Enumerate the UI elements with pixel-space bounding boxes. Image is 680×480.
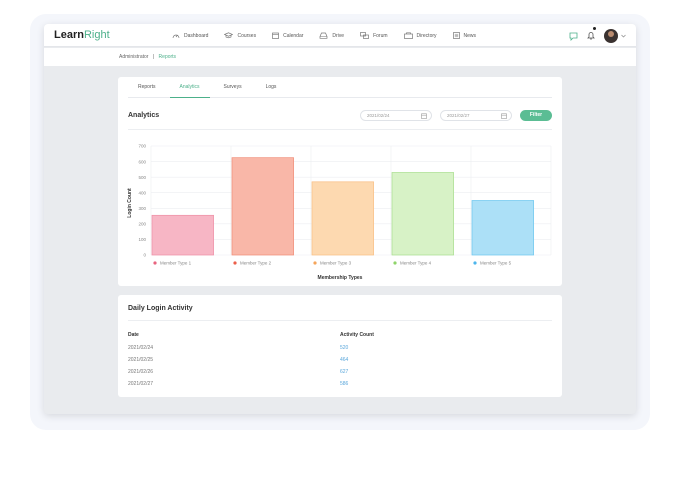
table-cell-date: 2021/02/26 — [128, 369, 154, 375]
legend-dot — [473, 261, 477, 265]
drive-icon — [320, 32, 328, 39]
y-tick-label: 0 — [143, 253, 146, 258]
legend-dot — [233, 261, 237, 265]
legend-dot — [393, 261, 397, 265]
table-cell-count[interactable]: 627 — [340, 369, 348, 375]
legend-label: Member Type 5 — [480, 261, 512, 266]
login-count-chart: 0100200300400500600700 Member Type 1 Memb… — [127, 144, 552, 281]
logo[interactable]: LearnRight — [54, 29, 110, 41]
bar — [231, 157, 294, 256]
nav-drive[interactable]: Drive — [319, 32, 344, 39]
avatar[interactable] — [604, 29, 618, 43]
nav-dashboard[interactable]: Dashboard — [172, 32, 208, 39]
notification-dot — [593, 27, 596, 30]
nav-directory[interactable]: Directory — [403, 32, 437, 39]
breadcrumb-root[interactable]: Administrator — [119, 54, 148, 60]
chart-legend: Member Type 1 Member Type 2 Member Type 3 M… — [153, 261, 512, 266]
chat-icon[interactable] — [569, 32, 578, 41]
legend-label: Member Type 1 — [160, 261, 192, 266]
graduation-cap-icon — [224, 32, 234, 39]
tab-surveys[interactable]: Surveys — [214, 77, 252, 98]
breadcrumb-current: Reports — [158, 54, 177, 60]
legend-dot — [313, 261, 317, 265]
notifications-button[interactable] — [587, 27, 596, 45]
legend-dot — [153, 261, 157, 265]
table-cell-date: 2021/02/25 — [128, 357, 154, 363]
forum-icon — [360, 32, 369, 39]
app-window: LearnRight Dashboard Courses Calendar Dr… — [44, 24, 636, 414]
top-right-icons — [560, 27, 626, 45]
table-cell-date: 2021/02/24 — [128, 345, 154, 351]
analytics-card: Reports Analytics Surveys Logs Analytics… — [118, 77, 562, 286]
table-cell-count[interactable]: 464 — [340, 357, 348, 363]
y-tick-label: 700 — [138, 144, 146, 149]
nav-news[interactable]: News — [452, 32, 476, 39]
tab-analytics[interactable]: Analytics — [169, 77, 210, 98]
legend-label: Member Type 3 — [320, 261, 352, 266]
y-tick-label: 600 — [138, 159, 146, 164]
chart-bars — [151, 157, 534, 256]
legend-label: Member Type 2 — [240, 261, 272, 266]
nav-forum[interactable]: Forum — [360, 32, 388, 39]
legend-label: Member Type 4 — [400, 261, 432, 266]
top-navbar: LearnRight Dashboard Courses Calendar Dr… — [44, 24, 636, 47]
y-tick-label: 500 — [138, 175, 146, 180]
nav-calendar[interactable]: Calendar — [272, 32, 303, 39]
date-to-input[interactable]: 2021/02/27 — [440, 110, 512, 121]
bar — [151, 214, 214, 256]
dashboard-icon — [172, 34, 180, 39]
breadcrumb-bar: Administrator | Reports — [44, 48, 636, 66]
table-cell-date: 2021/02/27 — [128, 381, 154, 387]
bell-icon — [587, 32, 595, 40]
daily-login-card: Daily Login Activity Date Activity Count… — [118, 295, 562, 397]
y-tick-label: 400 — [138, 190, 146, 195]
y-tick-label: 200 — [138, 222, 146, 227]
breadcrumb-separator: | — [152, 54, 155, 60]
column-header-activity-count: Activity Count — [340, 332, 374, 338]
calendar-icon — [501, 113, 507, 119]
report-tabs: Reports Analytics Surveys Logs — [128, 77, 552, 98]
bar — [471, 200, 534, 256]
column-header-date: Date — [128, 332, 139, 338]
table-cell-count[interactable]: 586 — [340, 381, 348, 387]
calendar-icon — [272, 32, 279, 39]
calendar-icon — [421, 113, 427, 119]
y-tick-label: 300 — [138, 206, 146, 211]
tab-logs[interactable]: Logs — [256, 77, 287, 98]
chevron-down-icon[interactable] — [621, 34, 626, 38]
main-nav: Dashboard Courses Calendar Drive Forum D… — [172, 24, 492, 47]
divider — [128, 320, 552, 321]
y-axis-ticks: 0 100 200 300 400 500 600 700 — [138, 144, 146, 258]
y-axis-label: Login Count — [127, 188, 133, 218]
directory-icon — [403, 32, 413, 39]
tab-reports[interactable]: Reports — [128, 77, 166, 98]
daily-login-title: Daily Login Activity — [128, 305, 193, 312]
bar — [391, 172, 454, 256]
filter-button[interactable]: Filter — [520, 110, 552, 121]
date-from-input[interactable]: 2021/02/24 — [360, 110, 432, 121]
table-cell-count[interactable]: 520 — [340, 345, 348, 351]
nav-courses[interactable]: Courses — [224, 32, 256, 39]
y-tick-label: 100 — [138, 237, 146, 242]
bar — [311, 181, 374, 256]
breadcrumb: Administrator | Reports — [119, 54, 176, 60]
news-icon — [452, 32, 460, 39]
x-axis-label: Membership Types — [318, 275, 363, 281]
analytics-title: Analytics — [128, 112, 160, 119]
